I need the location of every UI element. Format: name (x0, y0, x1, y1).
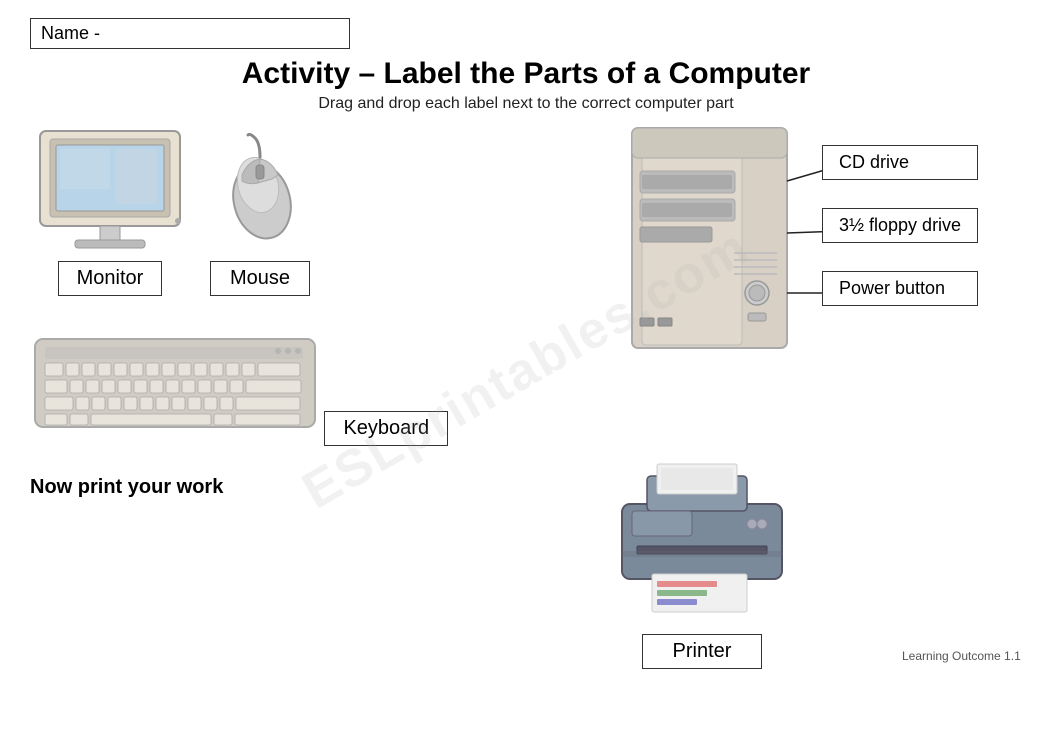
printer-container: Printer (502, 456, 902, 669)
monitor-container: Monitor (30, 123, 190, 296)
page-subtitle: Drag and drop each label next to the cor… (30, 95, 1022, 113)
printer-icon (607, 456, 797, 626)
monitor-icon (30, 123, 190, 253)
monitor-label[interactable]: Monitor (58, 261, 163, 296)
keyboard-label[interactable]: Keyboard (324, 411, 448, 446)
keyboard-icon (30, 329, 320, 434)
tower-section: CD drive 3½ floppy drive Power button (622, 123, 1022, 446)
mouse-container: Mouse (210, 133, 310, 296)
power-button-label[interactable]: Power button (822, 271, 978, 306)
printer-label[interactable]: Printer (642, 634, 762, 669)
now-print-text: Now print your work (30, 476, 482, 499)
floppy-drive-label[interactable]: 3½ floppy drive (822, 208, 978, 243)
learning-outcome-text: Learning Outcome 1.1 (902, 649, 1021, 663)
mouse-label[interactable]: Mouse (210, 261, 310, 296)
page: Name - Activity – Label the Parts of a C… (0, 0, 1052, 738)
name-label: Name - (41, 23, 100, 43)
cd-drive-label[interactable]: CD drive (822, 145, 978, 180)
mouse-icon (210, 133, 310, 253)
tower-labels: CD drive 3½ floppy drive Power button (822, 145, 978, 306)
tower-icon (622, 123, 797, 353)
page-title: Activity – Label the Parts of a Computer (30, 57, 1022, 91)
name-box[interactable]: Name - (30, 18, 350, 49)
keyboard-container: Keyboard (30, 329, 602, 446)
